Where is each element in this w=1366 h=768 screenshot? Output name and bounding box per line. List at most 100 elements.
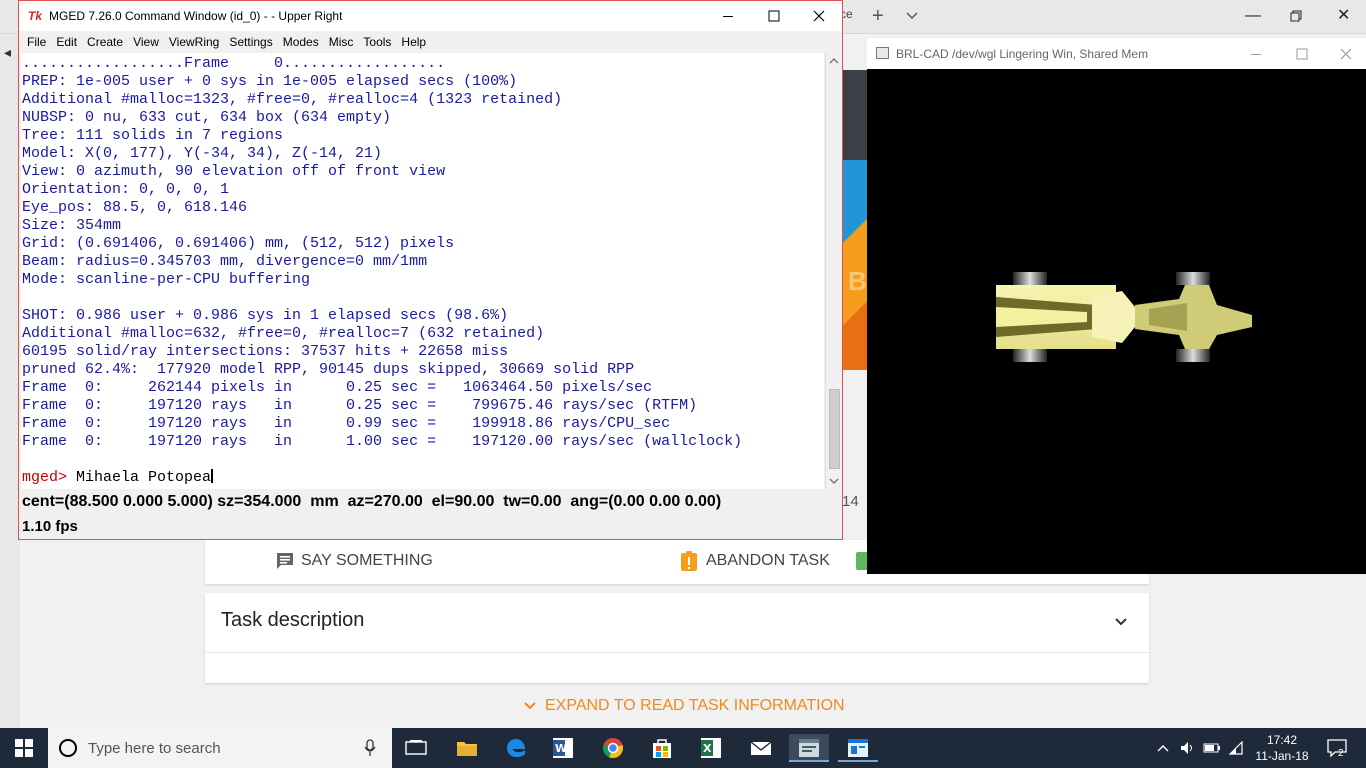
clock-time: 17:42 (1266, 733, 1298, 747)
taskbar-clock[interactable]: 17:42 11-Jan-18 (1252, 732, 1312, 764)
abandon-task-button[interactable]: ABANDON TASK (680, 549, 830, 573)
word-icon: W (553, 738, 573, 758)
browser-restore-icon[interactable] (1290, 10, 1302, 22)
menu-create[interactable]: Create (82, 31, 128, 53)
taskbar: Type here to search W X 17:42 11-Jan-18 … (0, 728, 1366, 768)
page-dark-band (842, 70, 868, 160)
new-tab-icon[interactable]: + (872, 6, 884, 26)
mail-button[interactable] (741, 734, 781, 762)
scroll-down-icon[interactable] (828, 475, 840, 487)
fps-readout: 1.10 fps (22, 518, 78, 535)
search-placeholder: Type here to search (88, 740, 221, 757)
scrollbar-thumb[interactable] (829, 389, 840, 469)
active-indicator (789, 760, 829, 762)
console-line: Mode: scanline-per-CPU buffering (22, 271, 311, 288)
expand-task-info-link[interactable]: EXPAND TO READ TASK INFORMATION (523, 697, 845, 715)
console-line: Frame 0: 197120 rays in 0.99 sec = 19991… (22, 415, 671, 432)
notification-count: 2 (1338, 748, 1344, 759)
chevron-down-icon[interactable] (905, 9, 919, 23)
window-icon (876, 47, 889, 59)
minimize-icon (1251, 53, 1261, 55)
console-line: Model: X(0, 177), Y(-34, 34), Z(-14, 21) (22, 145, 383, 162)
microphone-icon[interactable] (364, 739, 376, 757)
menu-view[interactable]: View (128, 31, 164, 53)
console-line: Frame 0: 197120 rays in 0.25 sec = 79967… (22, 397, 698, 414)
menu-edit[interactable]: Edit (51, 31, 82, 53)
say-something-button[interactable]: SAY SOMETHING (275, 549, 433, 573)
console-line: Frame 0: 262144 pixels in 0.25 sec = 106… (22, 379, 653, 396)
clock-date: 11-Jan-18 (1255, 749, 1309, 763)
menu-modes[interactable]: Modes (278, 31, 324, 53)
mged-window-title: MGED 7.26.0 Command Window (id_0) - - Up… (49, 9, 343, 23)
maximize-button[interactable] (1279, 38, 1325, 69)
mged-app-icon (799, 739, 819, 757)
minimize-button[interactable] (705, 1, 751, 31)
minimize-icon (723, 16, 733, 17)
menu-settings[interactable]: Settings (224, 31, 277, 53)
brlcad-graphics-window: BRL-CAD /dev/wgl Lingering Win, Shared M… (867, 38, 1366, 574)
mged-command-window: Tk MGED 7.26.0 Command Window (id_0) - -… (18, 0, 843, 540)
console-line: Tree: 111 solids in 7 regions (22, 127, 284, 144)
mged-title-bar[interactable]: Tk MGED 7.26.0 Command Window (id_0) - -… (19, 1, 842, 31)
minimize-button[interactable] (1233, 38, 1279, 69)
task-view-button[interactable] (396, 734, 436, 762)
say-something-label: SAY SOMETHING (301, 552, 433, 569)
taskbar-search-box[interactable]: Type here to search (48, 728, 392, 768)
store-button[interactable] (642, 734, 682, 762)
scroll-up-icon[interactable] (828, 55, 840, 67)
volume-icon[interactable] (1178, 728, 1198, 768)
command-line[interactable]: mged> Mihaela Potopea (22, 469, 214, 487)
menu-help[interactable]: Help (396, 31, 431, 53)
excel-icon: X (701, 738, 721, 758)
wifi-icon[interactable] (1226, 728, 1246, 768)
menu-bar: File Edit Create View ViewRing Settings … (19, 31, 842, 53)
expand-label: EXPAND TO READ TASK INFORMATION (545, 697, 845, 714)
console-line: Frame 0: 197120 rays in 1.00 sec = 19712… (22, 433, 743, 450)
console-line: Grid: (0.691406, 0.691406) mm, (512, 512… (22, 235, 455, 252)
start-button[interactable] (0, 728, 48, 768)
console-line: SHOT: 0.986 user + 0.986 sys in 1 elapse… (22, 307, 509, 324)
edge-button[interactable] (496, 734, 536, 762)
graphics-title-bar[interactable]: BRL-CAD /dev/wgl Lingering Win, Shared M… (867, 38, 1366, 69)
console-line: Additional #malloc=632, #free=0, #reallo… (22, 325, 545, 342)
console-scrollbar[interactable] (825, 53, 842, 489)
chevron-up-icon (1157, 745, 1169, 752)
chevron-down-icon[interactable] (1112, 612, 1130, 630)
word-button[interactable]: W (543, 734, 583, 762)
task-description-card (205, 593, 1149, 683)
raytrace-canvas[interactable] (867, 69, 1366, 574)
abandon-task-label: ABANDON TASK (706, 552, 830, 569)
back-arrow-icon[interactable]: ◂ (4, 44, 11, 61)
menu-tools[interactable]: Tools (358, 31, 396, 53)
browser-close-icon[interactable]: ✕ (1337, 6, 1350, 26)
excel-button[interactable]: X (691, 734, 731, 762)
mged-taskbar-button[interactable] (789, 734, 829, 762)
close-button[interactable] (1323, 38, 1366, 69)
command-prompt: mged> (22, 469, 68, 486)
chrome-button[interactable] (593, 734, 633, 762)
tray-expand-icon[interactable] (1154, 728, 1172, 768)
browser-left-strip: ◂ (0, 34, 20, 728)
divider (205, 652, 1149, 653)
browser-minimize-icon[interactable]: — (1245, 6, 1261, 26)
page-banner-image (842, 160, 868, 370)
task-view-icon (405, 740, 427, 755)
windows-logo-icon (15, 739, 33, 757)
file-explorer-button[interactable] (447, 734, 487, 762)
command-input[interactable]: Mihaela Potopea (76, 469, 211, 486)
chevron-down-icon (524, 702, 536, 710)
menu-misc[interactable]: Misc (324, 31, 359, 53)
menu-file[interactable]: File (22, 31, 51, 53)
action-center-button[interactable]: 2 (1322, 728, 1352, 768)
console-output[interactable]: ..................Frame 0...............… (21, 53, 824, 489)
svg-text:W: W (555, 742, 567, 755)
maximize-button[interactable] (751, 1, 797, 31)
close-button[interactable] (796, 1, 842, 31)
task-description-title: Task description (221, 609, 365, 631)
battery-icon[interactable] (1202, 728, 1222, 768)
brlcad-taskbar-button[interactable] (838, 734, 878, 762)
text-caret (211, 469, 214, 483)
maximize-icon (1296, 48, 1308, 59)
close-icon (813, 10, 825, 22)
menu-viewring[interactable]: ViewRing (164, 31, 224, 53)
